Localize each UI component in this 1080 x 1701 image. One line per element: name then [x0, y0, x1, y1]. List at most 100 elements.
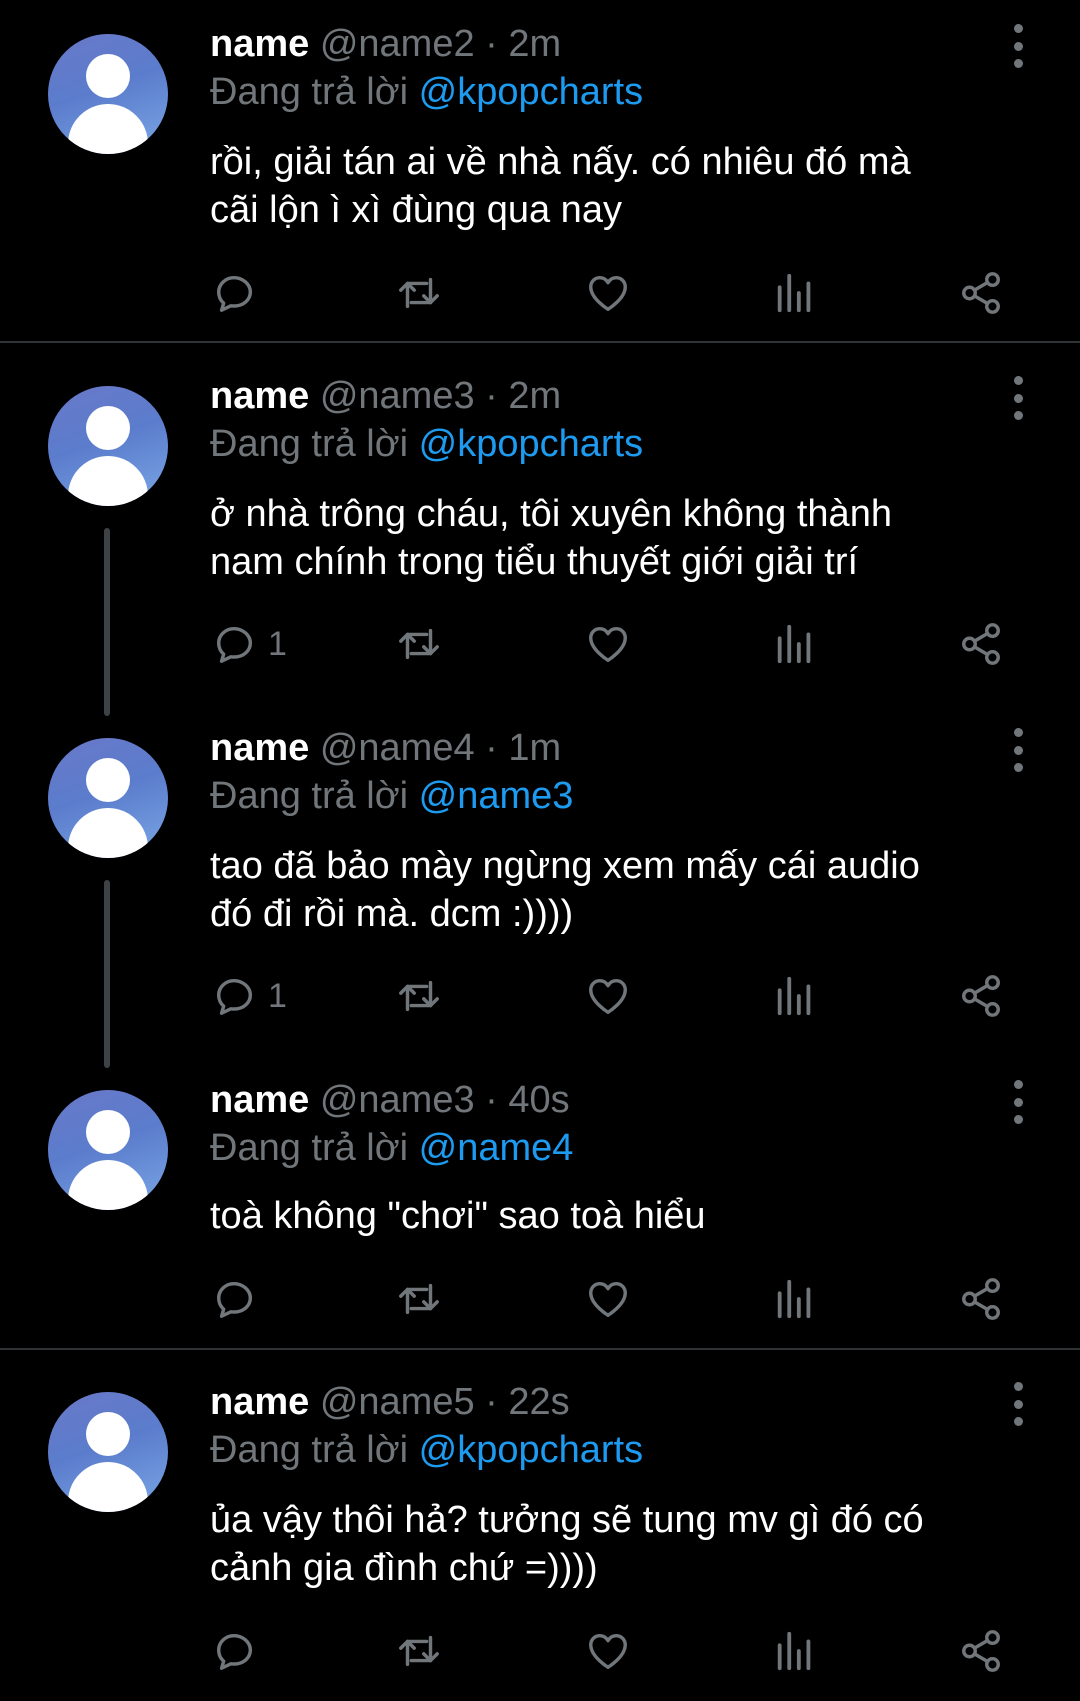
handle-time: @name3 · 2m — [319, 375, 562, 417]
display-name[interactable]: name — [210, 1381, 309, 1423]
more-options-icon[interactable] — [1000, 1080, 1036, 1124]
tweet-header: name @name5 · 22s — [210, 1380, 570, 1424]
views-icon — [777, 1631, 811, 1671]
views-button[interactable] — [772, 1626, 818, 1676]
views-button[interactable] — [772, 1274, 818, 1324]
like-button[interactable] — [585, 1274, 631, 1324]
share-icon — [962, 1278, 1000, 1320]
reply-icon — [216, 978, 253, 1015]
retweet-button[interactable] — [396, 971, 442, 1021]
reply-icon — [216, 1633, 253, 1670]
tweet-header: name @name4 · 1m — [210, 726, 561, 770]
tweet-text-line: toà không "chơi" sao toà hiểu — [210, 1195, 706, 1237]
reply-prefix: Đang trả lời — [210, 1127, 409, 1169]
like-button[interactable] — [585, 268, 631, 318]
reply-context: Đang trả lời @kpopcharts — [210, 1428, 643, 1472]
tweet-text: toà không "chơi" sao toà hiểu — [210, 1192, 1010, 1240]
display-name[interactable]: name — [210, 727, 309, 769]
share-icon — [962, 623, 1000, 665]
tweet-text-line: ủa vậy thôi hả? tưởng sẽ tung mv gì đó c… — [210, 1499, 924, 1541]
tweet-header: name @name2 · 2m — [210, 22, 561, 66]
more-options-icon[interactable] — [1000, 1382, 1036, 1426]
share-icon — [962, 975, 1000, 1017]
mention-link[interactable]: @name3 — [419, 775, 574, 817]
tweet[interactable]: name @name3 · 2m Đang trả lời @kpopchart… — [0, 352, 1080, 716]
handle-time: @name3 · 40s — [319, 1079, 570, 1121]
views-icon — [777, 273, 811, 313]
like-icon — [589, 978, 627, 1015]
tweet-text: ở nhà trông cháu, tôi xuyên không thành … — [210, 490, 1010, 586]
reply-prefix: Đang trả lời — [210, 775, 409, 817]
views-button[interactable] — [772, 971, 818, 1021]
tweet-header: name @name3 · 40s — [210, 1078, 570, 1122]
reply-icon — [216, 1281, 253, 1318]
action-bar: 1 — [0, 971, 1080, 1021]
handle-time: @name5 · 22s — [319, 1381, 570, 1423]
tweet-text-line: cãi lộn ì xì đùng qua nay — [210, 189, 622, 231]
tweet-text: rồi, giải tán ai về nhà nấy. có nhiêu đó… — [210, 138, 1010, 234]
display-name[interactable]: name — [210, 23, 309, 65]
reply-button[interactable]: 1 — [212, 971, 287, 1021]
views-button[interactable] — [772, 268, 818, 318]
tweet-text-line: nam chính trong tiểu thuyết giới giải tr… — [210, 541, 859, 583]
reply-button[interactable] — [212, 1274, 268, 1324]
tweet-text: tao đã bảo mày ngừng xem mấy cái audio đ… — [210, 842, 1010, 938]
reply-icon — [216, 626, 253, 663]
like-button[interactable] — [585, 619, 631, 669]
mention-link[interactable]: @kpopcharts — [419, 1429, 643, 1471]
mention-link[interactable]: @kpopcharts — [419, 423, 643, 465]
reply-button[interactable] — [212, 268, 268, 318]
tweet[interactable]: name @name4 · 1m Đang trả lời @name3 tao… — [0, 704, 1080, 1068]
reply-context: Đang trả lời @kpopcharts — [210, 70, 643, 114]
share-button[interactable] — [958, 971, 1004, 1021]
reply-button[interactable] — [212, 1626, 268, 1676]
tweet-divider — [0, 341, 1080, 343]
like-icon — [589, 626, 627, 663]
more-options-icon[interactable] — [1000, 376, 1036, 420]
retweet-button[interactable] — [396, 268, 442, 318]
retweet-button[interactable] — [396, 1626, 442, 1676]
avatar[interactable] — [48, 386, 168, 506]
action-bar — [0, 1626, 1080, 1676]
retweet-icon — [399, 1283, 439, 1315]
avatar[interactable] — [48, 738, 168, 858]
display-name[interactable]: name — [210, 1079, 309, 1121]
views-button[interactable] — [772, 619, 818, 669]
views-icon — [777, 976, 811, 1016]
avatar[interactable] — [48, 1392, 168, 1512]
reply-prefix: Đang trả lời — [210, 71, 409, 113]
tweet[interactable]: name @name5 · 22s Đang trả lời @kpopchar… — [0, 1358, 1080, 1701]
reply-button[interactable]: 1 — [212, 619, 287, 669]
action-bar — [0, 268, 1080, 318]
retweet-icon — [399, 1635, 439, 1667]
share-button[interactable] — [958, 1626, 1004, 1676]
handle-time: @name4 · 1m — [319, 727, 562, 769]
like-button[interactable] — [585, 971, 631, 1021]
share-icon — [962, 1630, 1000, 1672]
like-button[interactable] — [585, 1626, 631, 1676]
retweet-icon — [399, 980, 439, 1012]
share-button[interactable] — [958, 268, 1004, 318]
like-icon — [589, 1281, 627, 1318]
avatar[interactable] — [48, 34, 168, 154]
retweet-button[interactable] — [396, 619, 442, 669]
retweet-button[interactable] — [396, 1274, 442, 1324]
share-button[interactable] — [958, 1274, 1004, 1324]
share-icon — [962, 272, 1000, 314]
tweet[interactable]: name @name2 · 2m Đang trả lời @kpopchart… — [0, 0, 1080, 340]
tweet-text: ủa vậy thôi hả? tưởng sẽ tung mv gì đó c… — [210, 1496, 1010, 1592]
display-name[interactable]: name — [210, 375, 309, 417]
tweet-divider — [0, 1348, 1080, 1350]
mention-link[interactable]: @kpopcharts — [419, 71, 643, 113]
tweet[interactable]: name @name3 · 40s Đang trả lời @name4 to… — [0, 1056, 1080, 1346]
share-button[interactable] — [958, 619, 1004, 669]
avatar[interactable] — [48, 1090, 168, 1210]
retweet-icon — [399, 277, 439, 309]
more-options-icon[interactable] — [1000, 728, 1036, 772]
more-options-icon[interactable] — [1000, 24, 1036, 68]
mention-link[interactable]: @name4 — [419, 1127, 574, 1169]
tweet-text-line: cảnh gia đình chứ =)))) — [210, 1547, 598, 1589]
reply-count: 1 — [268, 976, 287, 1015]
tweet-text-line: đó đi rồi mà. dcm :)))) — [210, 893, 574, 935]
tweet-text-line: ở nhà trông cháu, tôi xuyên không thành — [210, 493, 892, 535]
